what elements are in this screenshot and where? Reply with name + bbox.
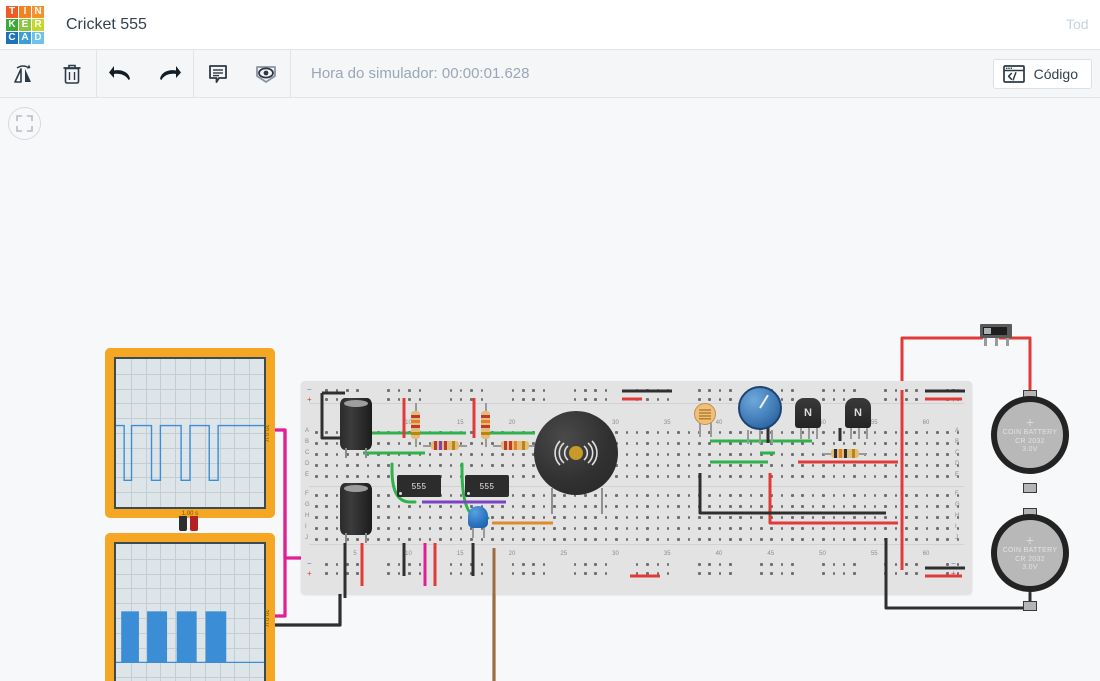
slide-switch[interactable]: [980, 324, 1012, 338]
speaker-leg-b: [601, 488, 603, 514]
delete-button[interactable]: [48, 50, 96, 97]
transistor-2-label: N: [854, 407, 862, 419]
logo-tile-c-6: C: [6, 31, 18, 44]
speaker[interactable]: [534, 411, 618, 495]
resistor-1[interactable]: [411, 403, 420, 447]
speaker-sound-icon: [554, 440, 598, 466]
potentiometer-leg-b: [759, 430, 761, 444]
potentiometer-leg-c: [771, 430, 773, 444]
simulator-time: Hora do simulador: 00:00:01.628: [311, 65, 530, 82]
component-wire-layer: [320, 389, 965, 598]
logo-tile-a-7: A: [19, 31, 31, 44]
slide-switch-lever[interactable]: [984, 328, 991, 334]
capacitor-1[interactable]: [340, 398, 372, 450]
photoresistor-leg-b: [710, 423, 712, 437]
speaker-leg-a: [551, 488, 553, 514]
ic-555-1-notch: [399, 492, 402, 495]
logo-tile-e-4: E: [19, 18, 31, 31]
logo-tile-k-3: K: [6, 18, 18, 31]
coin-battery-bottom-polarity: +: [1025, 531, 1035, 548]
photoresistor-icon: [699, 409, 711, 420]
note-icon: [209, 64, 227, 83]
circuit-canvas[interactable]: 20.0 V 1.00 s 20.0 V 1.00 s AABBCCDDEEFF…: [0, 98, 1100, 681]
ic-555-2-notch: [467, 492, 470, 495]
resistor-3[interactable]: [423, 441, 467, 450]
slide-switch-leg-b: [995, 338, 998, 346]
logo-tile-d-8: D: [32, 31, 44, 44]
coin-battery-top[interactable]: + COIN BATTERY CR 2032 3.0V: [991, 396, 1069, 474]
eye-icon: [256, 65, 276, 83]
coin-battery-bottom-line3: 3.0V: [1022, 564, 1038, 572]
slide-switch-leg-c: [1006, 338, 1009, 346]
rotate-icon: [14, 64, 31, 83]
toolbar-group-edit: [0, 50, 97, 97]
potentiometer-leg-a: [747, 430, 749, 444]
transistor-1-label: N: [804, 407, 812, 419]
capacitor-2-leg-a: [345, 533, 347, 543]
capacitor-2-leg-b: [365, 533, 367, 543]
coin-battery-bottom-line1: COIN BATTERY: [1002, 546, 1058, 554]
resistor-5[interactable]: [823, 449, 867, 458]
ic-555-2[interactable]: 555: [465, 475, 509, 497]
capacitor-1-leg-b: [365, 448, 367, 458]
coin-battery-bottom-line2: CR 2032: [1015, 555, 1045, 563]
toolbar: Hora do simulador: 00:00:01.628 Código: [0, 50, 1100, 98]
rotate-button[interactable]: [0, 50, 48, 97]
coin-battery-top-terminal-neg: [1023, 483, 1037, 493]
transistor-2[interactable]: N: [845, 398, 871, 428]
resistor-4[interactable]: [493, 441, 537, 450]
logo-tile-n-2: N: [32, 5, 44, 18]
slide-switch-leg-a: [984, 338, 987, 346]
coin-battery-bottom-terminal-neg: [1023, 601, 1037, 611]
code-button-label: Código: [1033, 65, 1078, 82]
document-title[interactable]: Cricket 555: [66, 16, 147, 34]
top-bar: TIN KER CAD Cricket 555 Tod: [0, 0, 1100, 50]
ic-555-1-label: 555: [411, 481, 427, 491]
save-status: Tod: [1066, 16, 1089, 32]
coin-battery-top-line3: 3.0V: [1022, 446, 1038, 454]
photoresistor-leg-a: [699, 423, 701, 437]
coin-battery-top-line1: COIN BATTERY: [1002, 428, 1058, 436]
logo-tile-t-0: T: [6, 5, 18, 18]
coin-battery-top-line2: CR 2032: [1015, 437, 1045, 445]
undo-button[interactable]: [97, 50, 145, 97]
capacitor-2[interactable]: [340, 483, 372, 535]
code-window-icon: [1002, 64, 1025, 83]
potentiometer[interactable]: [738, 386, 782, 430]
potentiometer-knob[interactable]: [759, 394, 769, 409]
ic-555-2-label: 555: [479, 481, 495, 491]
resistor-2[interactable]: [481, 403, 490, 447]
coin-battery-bottom[interactable]: + COIN BATTERY CR 2032 3.0V: [991, 514, 1069, 592]
tinkercad-logo[interactable]: TIN KER CAD: [6, 5, 44, 44]
ic-555-1[interactable]: 555: [397, 475, 441, 497]
notes-button[interactable]: [194, 50, 242, 97]
led-blue[interactable]: [468, 506, 488, 528]
toolbar-group-view: [194, 50, 291, 97]
capacitor-1-leg-a: [345, 448, 347, 458]
logo-tile-r-5: R: [32, 18, 44, 31]
photoresistor[interactable]: [694, 403, 716, 425]
code-button[interactable]: Código: [992, 58, 1092, 89]
logo-tile-i-1: I: [19, 5, 31, 18]
visibility-button[interactable]: [242, 50, 290, 97]
redo-button[interactable]: [145, 50, 193, 97]
undo-icon: [109, 65, 130, 80]
transistor-1[interactable]: N: [795, 398, 821, 428]
toolbar-group-history: [97, 50, 194, 97]
coin-battery-top-polarity: +: [1025, 413, 1035, 430]
trash-icon: [63, 64, 81, 84]
redo-icon: [160, 65, 181, 80]
